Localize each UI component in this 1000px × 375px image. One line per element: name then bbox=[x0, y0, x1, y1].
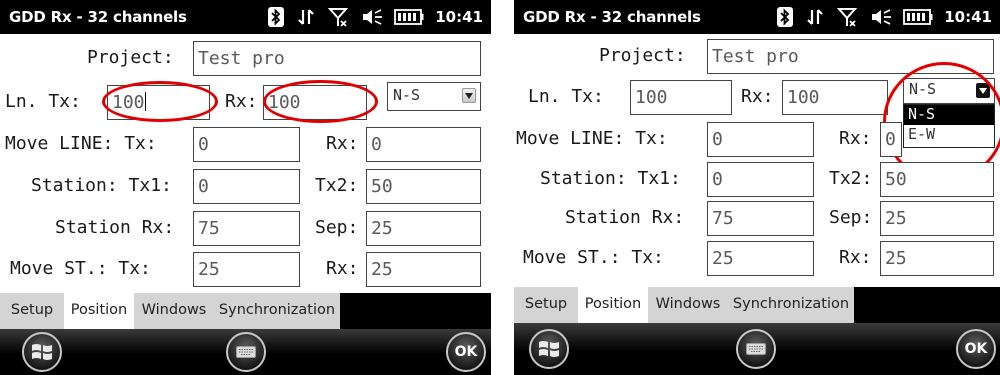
station-tx2-input[interactable]: 50 bbox=[880, 162, 994, 197]
station-rx-input[interactable]: 75 bbox=[707, 201, 814, 236]
move-line-tx-input[interactable]: 0 bbox=[193, 127, 300, 162]
move-st-label: Move ST.: Tx: bbox=[10, 258, 151, 279]
move-st-label: Move ST.: Tx: bbox=[523, 247, 664, 268]
station-tx2-input[interactable]: 50 bbox=[366, 169, 481, 204]
keyboard-button[interactable] bbox=[736, 329, 776, 369]
keyboard-icon bbox=[236, 346, 256, 358]
soft-key-bar: OK bbox=[514, 323, 1000, 375]
tab-setup[interactable]: Setup bbox=[0, 293, 64, 329]
move-line-tx-input[interactable]: 0 bbox=[707, 122, 814, 157]
line-tx-input[interactable]: 100 bbox=[107, 85, 210, 120]
line-rx-label: Rx: bbox=[225, 91, 258, 112]
move-st-rx-input[interactable]: 25 bbox=[880, 241, 994, 276]
direction-value: N-S bbox=[393, 86, 421, 104]
start-button[interactable] bbox=[529, 329, 569, 369]
sep-input[interactable]: 25 bbox=[366, 211, 481, 246]
line-rx-input[interactable]: 100 bbox=[263, 85, 367, 120]
station-tx1-input[interactable]: 0 bbox=[707, 162, 814, 197]
move-line-rx-label: Rx: bbox=[839, 128, 872, 149]
title-bar: GDD Rx - 32 channels 10:41 bbox=[0, 0, 491, 34]
tab-position[interactable]: Position bbox=[64, 293, 134, 329]
ok-button[interactable]: OK bbox=[446, 332, 486, 372]
ok-button[interactable]: OK bbox=[956, 329, 996, 369]
station-tx1-label: Station: Tx1: bbox=[31, 175, 172, 196]
dropdown-option-ew[interactable]: E-W bbox=[904, 125, 994, 145]
station-rx-input[interactable]: 75 bbox=[193, 211, 300, 246]
move-st-rx-label: Rx: bbox=[839, 247, 872, 268]
dropdown-option-ns[interactable]: N-S bbox=[904, 105, 994, 125]
speaker-icon[interactable] bbox=[361, 7, 383, 27]
windows-start-icon bbox=[539, 341, 559, 357]
battery-icon[interactable] bbox=[903, 9, 933, 25]
project-input[interactable]: Test pro bbox=[707, 39, 994, 74]
station-tx2-label: Tx2: bbox=[829, 168, 873, 189]
direction-combobox[interactable]: N-S bbox=[903, 78, 995, 104]
start-button[interactable] bbox=[22, 332, 62, 372]
sync-arrows-icon[interactable] bbox=[804, 8, 826, 26]
sep-label: Sep: bbox=[315, 217, 359, 238]
chevron-down-icon[interactable] bbox=[976, 83, 990, 98]
no-signal-icon[interactable] bbox=[328, 6, 350, 28]
tab-windows[interactable]: Windows bbox=[134, 293, 214, 329]
clock: 10:41 bbox=[435, 8, 483, 26]
speaker-icon[interactable] bbox=[870, 7, 892, 27]
status-icons: 10:41 bbox=[268, 5, 483, 29]
app-title: GDD Rx - 32 channels bbox=[523, 8, 701, 26]
app-title: GDD Rx - 32 channels bbox=[9, 8, 187, 26]
move-line-label: Move LINE: Tx: bbox=[5, 133, 157, 154]
move-st-tx-input[interactable]: 25 bbox=[707, 241, 814, 276]
clock: 10:41 bbox=[944, 8, 992, 26]
tab-windows[interactable]: Windows bbox=[648, 287, 728, 323]
tab-setup[interactable]: Setup bbox=[514, 287, 578, 323]
tab-synchronization[interactable]: Synchronization bbox=[214, 293, 340, 329]
station-rx-label: Station Rx: bbox=[55, 217, 175, 238]
move-st-rx-label: Rx: bbox=[326, 258, 359, 279]
tab-bar: Setup Position Windows Synchronization bbox=[514, 287, 1000, 323]
station-rx-label: Station Rx: bbox=[565, 207, 685, 228]
sep-input[interactable]: 25 bbox=[880, 201, 994, 236]
tab-bar: Setup Position Windows Synchronization bbox=[0, 293, 491, 329]
ok-label: OK bbox=[964, 341, 988, 357]
direction-value: N-S bbox=[909, 80, 937, 98]
line-tx-label: Ln. Tx: bbox=[5, 91, 81, 112]
line-tx-input[interactable]: 100 bbox=[630, 80, 732, 115]
project-input[interactable]: Test pro bbox=[193, 41, 481, 76]
move-line-rx-input[interactable]: 0 bbox=[366, 127, 481, 162]
move-line-label: Move LINE: Tx: bbox=[516, 128, 668, 149]
line-tx-label: Ln. Tx: bbox=[528, 86, 604, 107]
project-label: Project: bbox=[87, 47, 174, 68]
keyboard-button[interactable] bbox=[226, 332, 266, 372]
chevron-down-icon[interactable] bbox=[462, 88, 476, 103]
bluetooth-icon[interactable] bbox=[777, 7, 794, 27]
station-tx1-label: Station: Tx1: bbox=[540, 168, 681, 189]
sync-arrows-icon[interactable] bbox=[295, 8, 317, 26]
line-rx-input[interactable]: 100 bbox=[782, 80, 888, 115]
ok-label: OK bbox=[454, 344, 478, 360]
right-screen: GDD Rx - 32 channels 10:41 Project: Test… bbox=[514, 0, 1000, 375]
tab-synchronization[interactable]: Synchronization bbox=[728, 287, 854, 323]
direction-combobox[interactable]: N-S bbox=[387, 82, 481, 111]
move-st-tx-input[interactable]: 25 bbox=[193, 252, 300, 287]
move-line-rx-input[interactable]: 0 bbox=[880, 122, 902, 157]
project-label: Project: bbox=[599, 45, 686, 66]
no-signal-icon[interactable] bbox=[837, 6, 859, 28]
battery-icon[interactable] bbox=[394, 9, 424, 25]
sep-label: Sep: bbox=[829, 207, 873, 228]
line-rx-label: Rx: bbox=[741, 86, 774, 107]
soft-key-bar: OK bbox=[0, 329, 491, 375]
bluetooth-icon[interactable] bbox=[268, 7, 285, 27]
line-tx-value: 100 bbox=[112, 92, 145, 113]
title-bar: GDD Rx - 32 channels 10:41 bbox=[514, 0, 1000, 34]
status-icons: 10:41 bbox=[777, 5, 992, 29]
station-tx2-label: Tx2: bbox=[315, 175, 359, 196]
station-tx1-input[interactable]: 0 bbox=[193, 169, 300, 204]
tab-position[interactable]: Position bbox=[578, 287, 648, 323]
move-line-rx-label: Rx: bbox=[326, 133, 359, 154]
text-caret bbox=[144, 92, 146, 111]
windows-start-icon bbox=[32, 344, 52, 360]
keyboard-icon bbox=[746, 343, 766, 355]
direction-dropdown-list: N-S E-W bbox=[903, 104, 995, 148]
left-screen: GDD Rx - 32 channels 10:41 Project: Test… bbox=[0, 0, 491, 375]
move-st-rx-input[interactable]: 25 bbox=[366, 252, 481, 287]
